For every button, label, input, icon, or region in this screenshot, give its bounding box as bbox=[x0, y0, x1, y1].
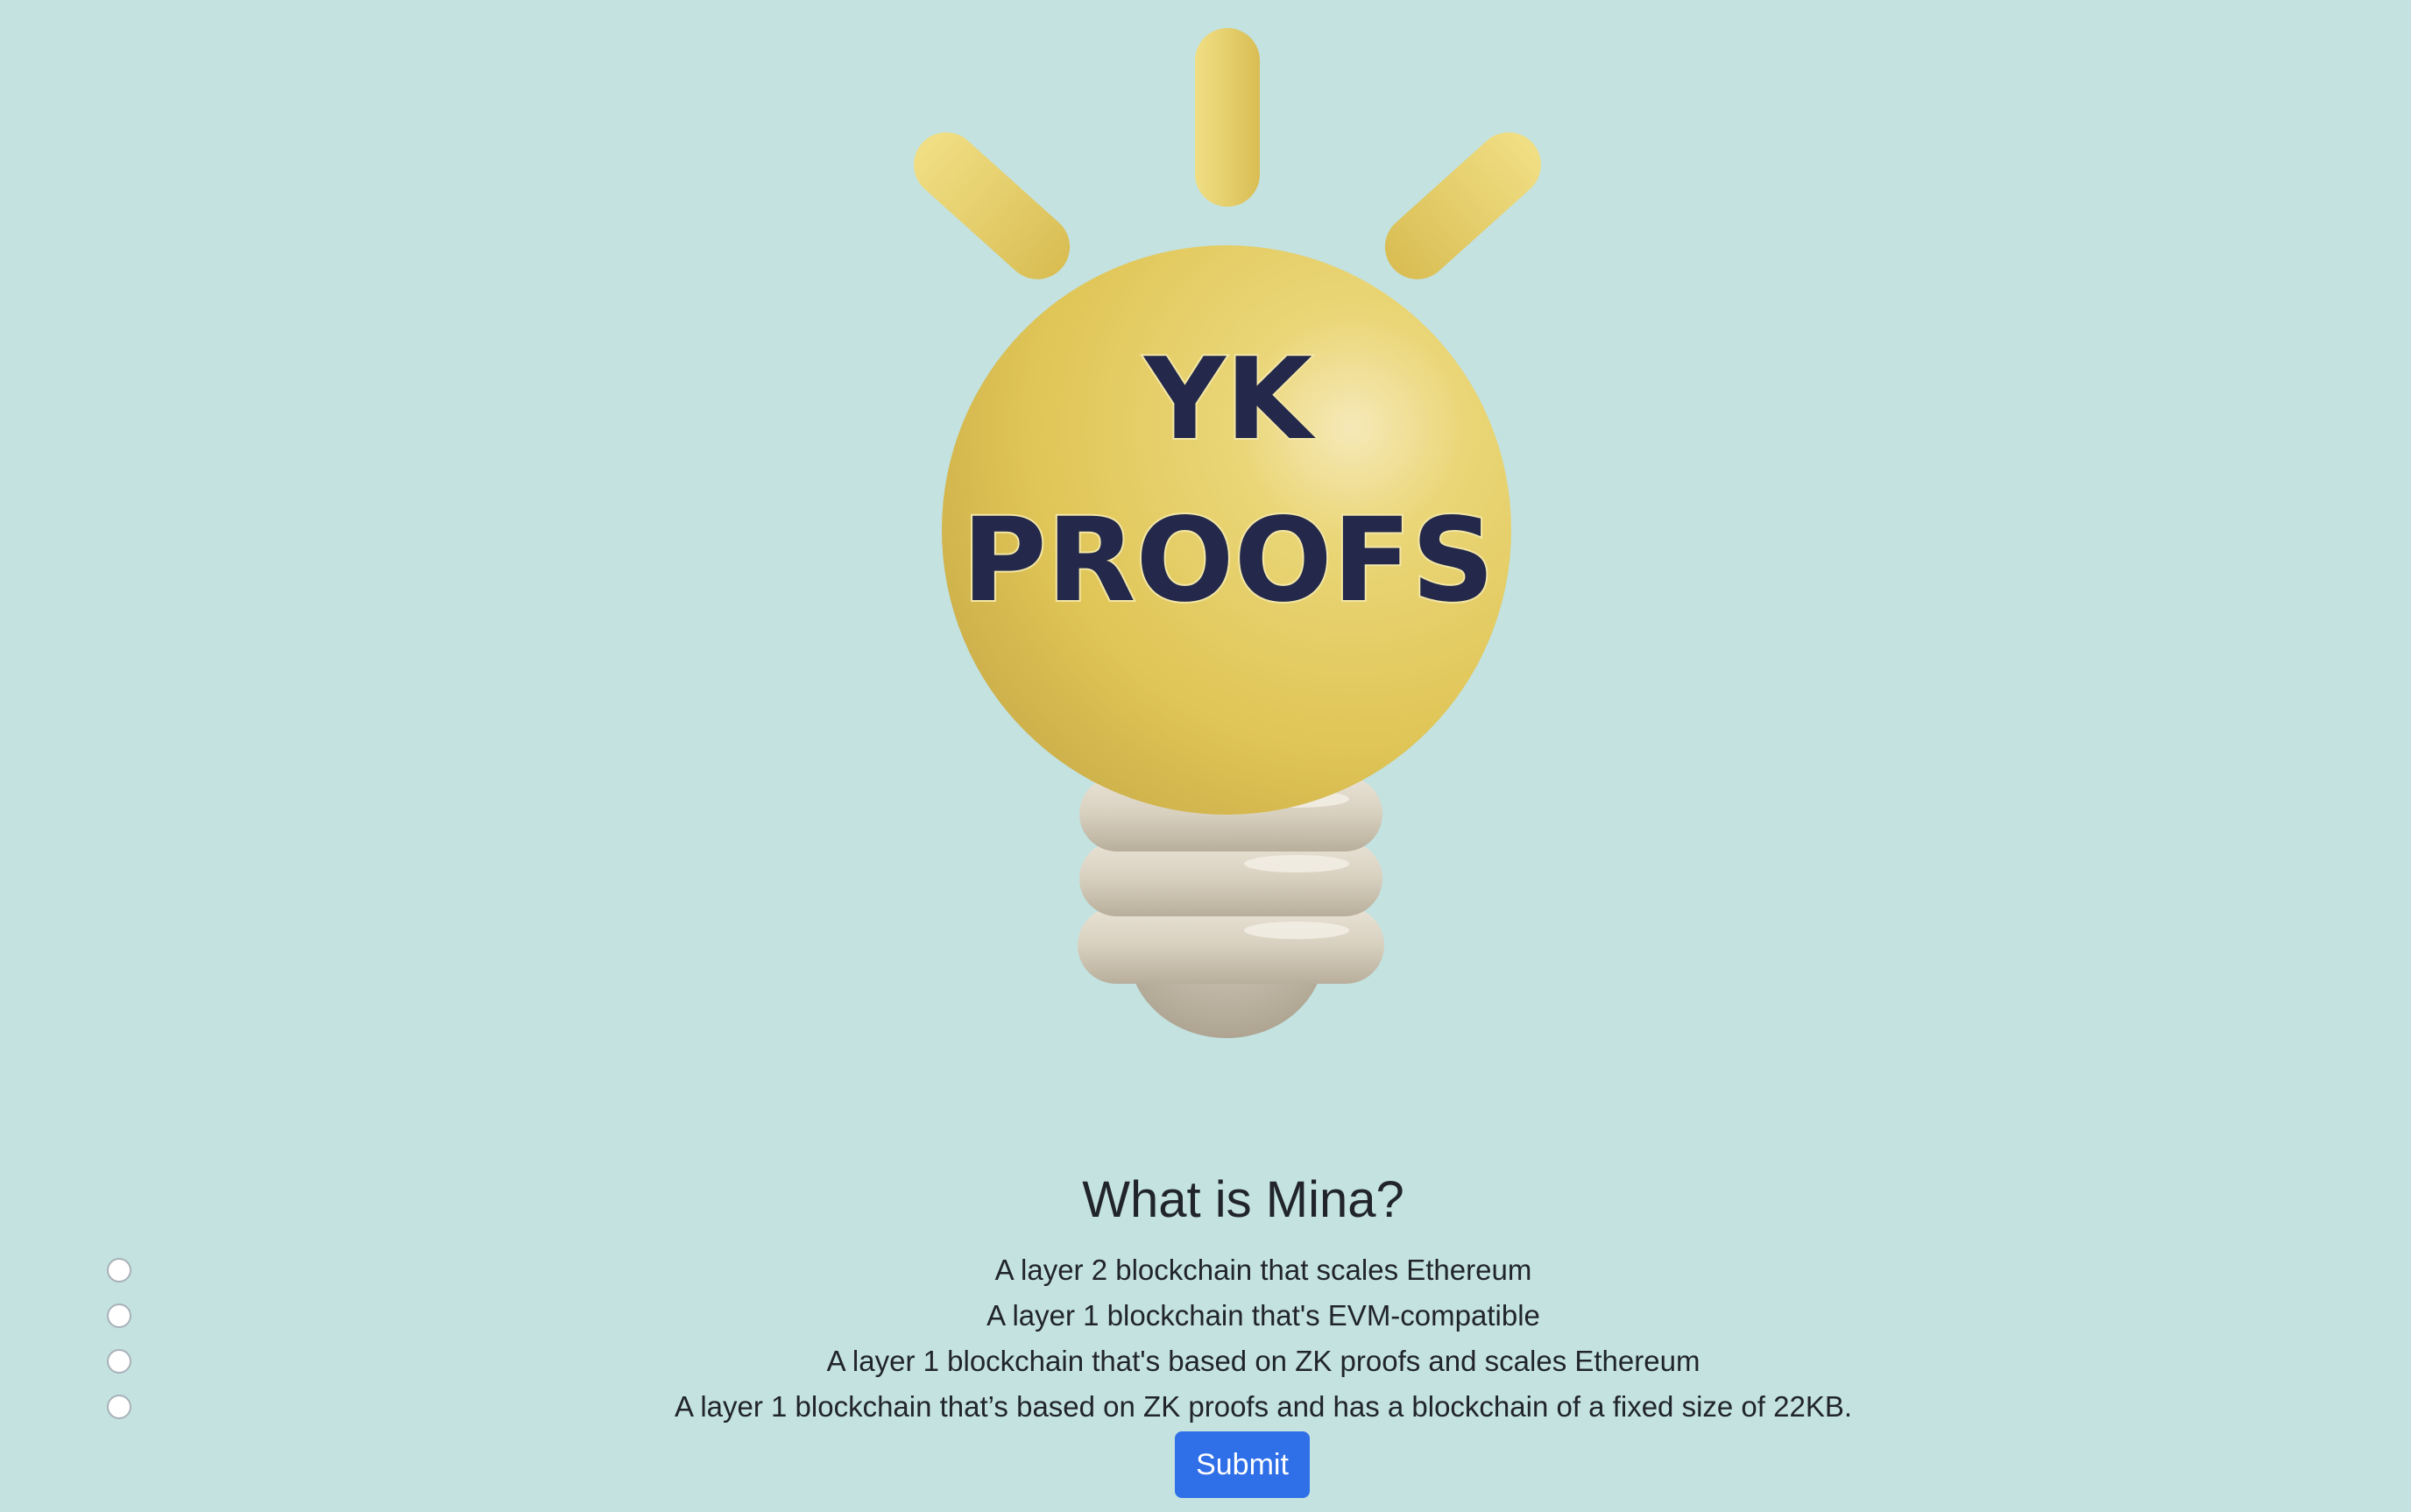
answer-option-2[interactable]: A layer 1 blockchain that's EVM-compatib… bbox=[0, 1293, 2411, 1339]
answer-option-1[interactable]: A layer 2 blockchain that scales Ethereu… bbox=[0, 1247, 2411, 1293]
logo-line-proofs: PROOFS bbox=[962, 493, 1495, 628]
answer-label-3[interactable]: A layer 1 blockchain that's based on ZK … bbox=[0, 1339, 2411, 1384]
ray-top bbox=[1195, 28, 1260, 207]
ray-right bbox=[1384, 132, 1541, 279]
submit-button[interactable]: Submit bbox=[1175, 1431, 1310, 1498]
answer-option-4[interactable]: A layer 1 blockchain that’s based on ZK … bbox=[0, 1384, 2411, 1430]
logo-line-yk: YK bbox=[1142, 335, 1317, 465]
question-title: What is Mina? bbox=[1082, 1171, 1404, 1228]
lightbulb-logo: YK PROOFS bbox=[914, 28, 1541, 1038]
quiz-page: YK PROOFS What is Mina? A layer 2 blockc… bbox=[0, 0, 2411, 1512]
answer-label-1[interactable]: A layer 2 blockchain that scales Ethereu… bbox=[0, 1247, 2411, 1293]
answer-label-2[interactable]: A layer 1 blockchain that's EVM-compatib… bbox=[0, 1293, 2411, 1339]
ray-left bbox=[914, 132, 1071, 279]
bulb-ring bbox=[1078, 907, 1384, 984]
answer-option-3[interactable]: A layer 1 blockchain that's based on ZK … bbox=[0, 1339, 2411, 1384]
answer-label-4[interactable]: A layer 1 blockchain that’s based on ZK … bbox=[0, 1384, 2411, 1430]
bulb-ring bbox=[1079, 841, 1382, 916]
